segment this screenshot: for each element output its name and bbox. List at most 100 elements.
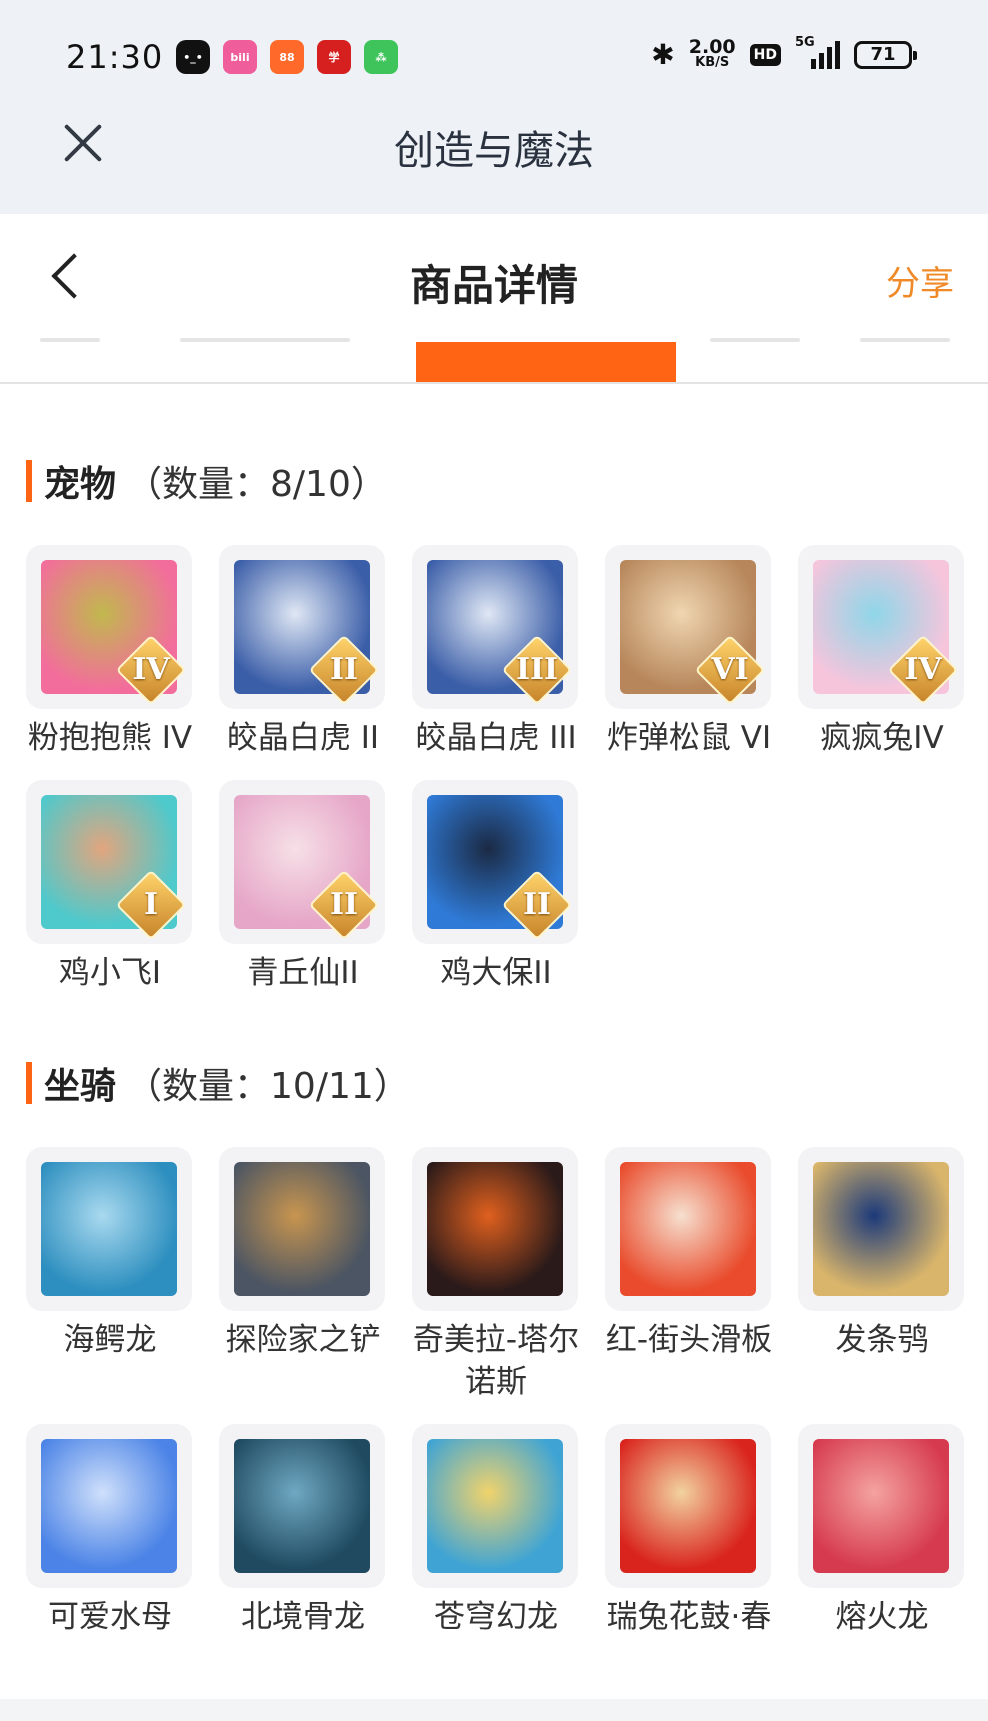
item-thumbnail: [412, 1424, 578, 1588]
item-label: 皎晶白虎 II: [226, 720, 380, 756]
system-icons: ✱ 2.00 KB/S HD 5G 71: [651, 35, 917, 71]
item-label: 熔火龙: [835, 1599, 929, 1635]
item-label: 鸡小飞I: [58, 955, 162, 991]
section-name: 宠物: [44, 464, 117, 505]
item-label: 发条鸮: [835, 1322, 929, 1358]
item-label: 鸡大保II: [440, 955, 552, 991]
item-thumbnail: III: [412, 545, 578, 709]
mounts-item[interactable]: 发条鸮: [798, 1147, 966, 1361]
mounts-item[interactable]: 海鳄龙: [26, 1147, 194, 1361]
item-label: 青丘仙II: [247, 955, 359, 991]
mini-app-icon: ⁂: [364, 40, 398, 74]
app-header: 创造与魔法: [0, 110, 988, 214]
item-thumbnail: II: [219, 780, 385, 944]
xuexi-icon: 学: [317, 40, 351, 74]
pets-grid: IV 粉抱抱熊 IV II 皎晶白虎 II III 皎晶白虎 III VI 炸弹松鼠 VI IV…: [26, 545, 966, 995]
level-badge-text: II: [329, 652, 359, 687]
app-title: 创造与魔法: [394, 128, 594, 174]
item-label: 奇美拉-塔尔诺斯: [412, 1322, 580, 1400]
mounts-grid: 海鳄龙 探险家之铲 奇美拉-塔尔诺斯 红-街头滑板 发条鸮可爱水母 北境骨龙 苍穹幻龙 瑞兔花…: [26, 1147, 966, 1707]
item-image: [427, 1162, 563, 1296]
pets-item[interactable]: IV 疯疯兔IV: [798, 545, 966, 759]
item-thumbnail: [605, 1424, 771, 1588]
item-label: 北境骨龙: [241, 1599, 365, 1635]
level-badge-text: II: [522, 887, 552, 922]
signal-bar: [835, 40, 840, 69]
section-count: （数量：8/10）: [126, 464, 387, 505]
tab-placeholder[interactable]: [860, 338, 950, 342]
mounts-item[interactable]: 奇美拉-塔尔诺斯: [412, 1147, 580, 1403]
section-count: （数量：10/11）: [126, 1066, 410, 1107]
level-badge-text: I: [143, 887, 159, 922]
item-image: [234, 1162, 370, 1296]
item-thumbnail: [412, 1147, 578, 1311]
item-image: [234, 1439, 370, 1573]
pets-item[interactable]: II 青丘仙II: [219, 780, 387, 994]
pets-item[interactable]: IV 粉抱抱熊 IV: [26, 545, 194, 759]
speed-unit: KB/S: [695, 54, 730, 70]
item-thumbnail: II: [412, 780, 578, 944]
mounts-item[interactable]: 北境骨龙: [219, 1424, 387, 1638]
battery-level: 71: [870, 44, 896, 65]
pets-item[interactable]: III 皎晶白虎 III: [412, 545, 580, 759]
tab-placeholder[interactable]: [40, 338, 100, 342]
item-thumbnail: VI: [605, 545, 771, 709]
network-speed: 2.00 KB/S: [688, 35, 736, 70]
bottom-edge: [0, 1699, 988, 1721]
mounts-item[interactable]: 探险家之铲: [219, 1147, 387, 1361]
active-tab-indicator[interactable]: [416, 342, 676, 382]
item-label: 炸弹松鼠 VI: [606, 720, 772, 756]
level-badge-text: II: [329, 887, 359, 922]
pets-item[interactable]: II 皎晶白虎 II: [219, 545, 387, 759]
app-notification-icon: •_•: [176, 40, 210, 74]
page-title: 商品详情: [409, 261, 578, 310]
item-image: [41, 1162, 177, 1296]
pets-item[interactable]: I 鸡小飞I: [26, 780, 194, 994]
item-thumbnail: I: [26, 780, 192, 944]
section-accent-bar: [26, 1062, 32, 1104]
mounts-item[interactable]: 瑞兔花鼓·春: [605, 1424, 773, 1638]
item-label: 海鳄龙: [63, 1322, 157, 1358]
item-thumbnail: [605, 1147, 771, 1311]
item-thumbnail: II: [219, 545, 385, 709]
item-thumbnail: [798, 1147, 964, 1311]
share-button[interactable]: 分享: [886, 256, 954, 305]
item-image: [813, 1439, 949, 1573]
mounts-section-title: 坐骑 （数量：10/11）: [26, 1057, 410, 1109]
hd-icon: HD: [749, 43, 781, 66]
top-area: 21:30 •_• bili 88 学 ⁂ ✱ 2.00 KB/S HD 5G: [0, 0, 988, 214]
level-badge-text: IV: [132, 652, 170, 687]
signal-bar: [811, 58, 816, 69]
mounts-item[interactable]: 红-街头滑板: [605, 1147, 773, 1361]
item-thumbnail: IV: [798, 545, 964, 709]
item-thumbnail: [798, 1424, 964, 1588]
item-image: [813, 1162, 949, 1296]
item-label: 探险家之铲: [225, 1322, 381, 1358]
mounts-item[interactable]: 可爱水母: [26, 1424, 194, 1638]
item-thumbnail: [219, 1424, 385, 1588]
section-accent-bar: [26, 460, 32, 502]
item-label: 瑞兔花鼓·春: [606, 1599, 772, 1635]
item-thumbnail: IV: [26, 545, 192, 709]
pets-item[interactable]: VI 炸弹松鼠 VI: [605, 545, 773, 759]
taobao-icon: 88: [270, 40, 304, 74]
signal-icon: 5G: [795, 35, 840, 69]
item-label: 疯疯兔IV: [820, 720, 944, 756]
status-bar: 21:30 •_• bili 88 学 ⁂ ✱ 2.00 KB/S HD 5G: [0, 0, 988, 110]
tab-placeholder[interactable]: [710, 338, 800, 342]
signal-bar: [819, 52, 824, 69]
item-thumbnail: [219, 1147, 385, 1311]
item-image: [620, 1162, 756, 1296]
tab-placeholder[interactable]: [180, 338, 350, 342]
item-image: [620, 1439, 756, 1573]
item-image: [41, 1439, 177, 1573]
item-thumbnail: [26, 1147, 192, 1311]
item-label: 粉抱抱熊 IV: [27, 720, 193, 756]
mounts-item[interactable]: 苍穹幻龙: [412, 1424, 580, 1638]
mounts-item[interactable]: 熔火龙: [798, 1424, 966, 1638]
speed-value: 2.00: [688, 35, 736, 58]
battery-icon: 71: [854, 40, 917, 69]
pets-item[interactable]: II 鸡大保II: [412, 780, 580, 994]
item-label: 红-街头滑板: [605, 1322, 773, 1358]
section-name: 坐骑: [44, 1066, 117, 1107]
